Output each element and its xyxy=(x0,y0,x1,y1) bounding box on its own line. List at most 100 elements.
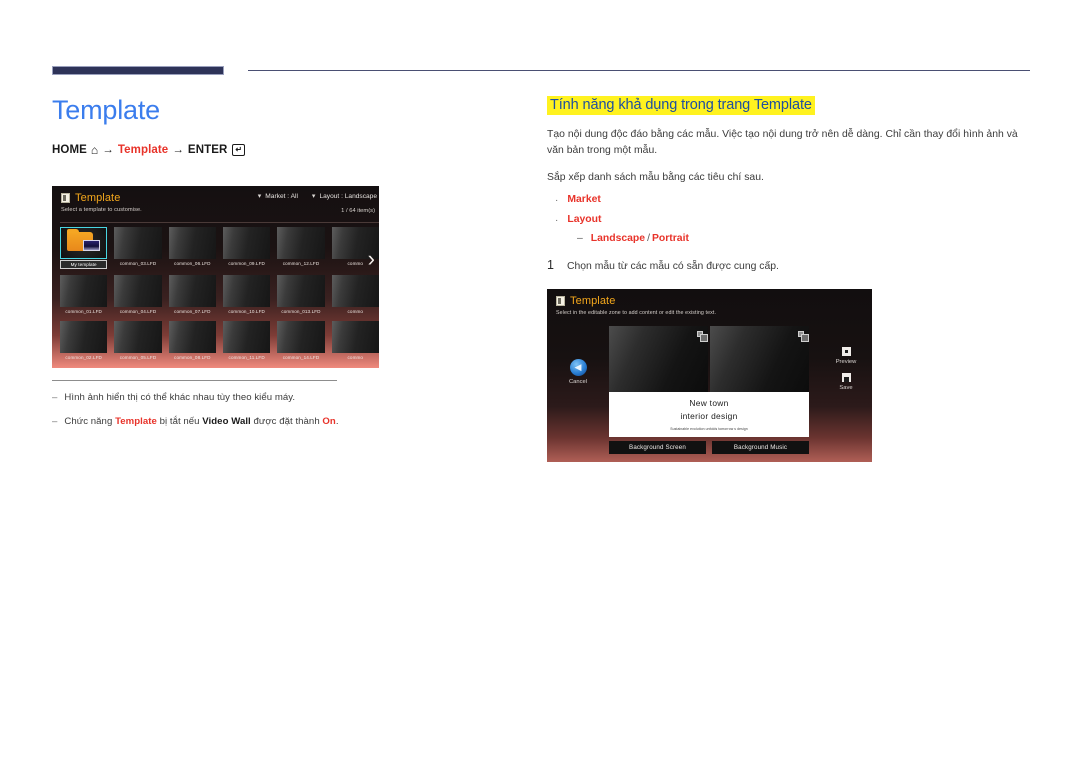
document-page: Template HOME ⌂ → Template → ENTER ↵ Tem… xyxy=(0,0,1080,763)
save-button[interactable]: Save xyxy=(826,373,866,391)
back-arrow-icon: ◀ xyxy=(569,359,587,376)
template-thumbnail xyxy=(60,275,108,307)
sub-options: Landscape / Portrait xyxy=(590,233,689,245)
save-icon xyxy=(841,373,851,382)
background-screen-button[interactable]: Background Screen xyxy=(609,441,706,454)
layout-filter-label: Layout : Landscape xyxy=(319,193,377,200)
criteria-list: · Market · Layout – Landscape / Portrait xyxy=(547,194,1027,244)
text-line-3: Sustainable evolution unfolds tomorrow s… xyxy=(670,427,748,431)
preview-label: Preview xyxy=(835,359,857,365)
template-label: common_07.LFD xyxy=(174,309,211,314)
template-thumbnail xyxy=(114,321,162,353)
template-cell[interactable]: common_12.LFD xyxy=(277,227,325,269)
note-dash: – xyxy=(52,415,58,427)
notes-divider xyxy=(52,380,337,381)
template-cell[interactable]: common_04.LFD xyxy=(114,275,162,315)
note-keyword-on: On xyxy=(322,415,336,427)
chevron-down-icon: ▾ xyxy=(257,193,262,200)
shot2-title-row: Template xyxy=(556,295,615,307)
template-cell[interactable]: common_013.LFD xyxy=(277,275,325,315)
home-icon: ⌂ xyxy=(90,142,99,157)
top-rule xyxy=(52,66,1030,76)
sub-item-orientation: – Landscape / Portrait xyxy=(547,233,1027,244)
template-cell-my-template[interactable]: My template xyxy=(60,227,108,269)
section-title: Tính năng khả dụng trong trang Template xyxy=(547,96,815,115)
template-thumbnail xyxy=(168,227,216,259)
template-label: common_08.LFD xyxy=(174,355,211,360)
template-thumbnail xyxy=(331,321,379,353)
template-label: common_10.LFD xyxy=(228,309,265,314)
template-list-screenshot: Template Select a template to customise.… xyxy=(52,186,379,368)
bullet-dot-icon: · xyxy=(555,215,559,227)
template-cell[interactable]: common_06.LFD xyxy=(168,227,216,269)
bullet-label: Market xyxy=(567,194,601,206)
template-thumbnail xyxy=(60,227,108,259)
note-keyword-videowall: Video Wall xyxy=(202,415,251,427)
template-thumbnail xyxy=(222,227,271,259)
template-label: common_09.LFD xyxy=(228,261,265,266)
rule-thick-bar xyxy=(52,66,224,75)
template-app-icon xyxy=(556,296,565,306)
enter-key-icon: ↵ xyxy=(232,143,246,156)
page-title: Template xyxy=(52,95,160,125)
template-cell[interactable]: common_03.LFD xyxy=(114,227,162,269)
template-cell[interactable]: common_08.LFD xyxy=(168,321,216,361)
left-column: Template HOME ⌂ → Template → ENTER ↵ xyxy=(52,95,492,157)
template-cell[interactable]: common_02.LFD xyxy=(60,321,108,361)
template-thumbnail xyxy=(114,227,162,259)
paragraph-2: Sắp xếp danh sách mẫu bằng các tiêu chí … xyxy=(547,172,764,184)
template-label: common_14.LFD xyxy=(282,355,320,360)
template-cell[interactable]: common_09.LFD xyxy=(222,227,271,269)
note-item: – Chức năng Template bị tắt nếu Video Wa… xyxy=(52,416,382,429)
path-keyword: Template xyxy=(117,143,169,156)
template-label: commo xyxy=(347,355,364,360)
template-label: common_02.LFD xyxy=(65,355,102,360)
template-label: common_013.LFD xyxy=(281,309,321,314)
image-zone-right[interactable] xyxy=(710,326,809,392)
cancel-button[interactable]: ◀ Cancel xyxy=(557,359,599,385)
cancel-label: Cancel xyxy=(568,379,588,385)
template-cell[interactable]: commo xyxy=(331,275,379,315)
shot1-divider xyxy=(60,222,379,223)
template-cell[interactable]: commo xyxy=(331,321,379,361)
template-cell[interactable]: common_10.LFD xyxy=(222,275,271,315)
image-placeholder-icon xyxy=(798,331,809,342)
template-cell[interactable]: common_11.LFD xyxy=(222,321,271,361)
item-count: 1 / 64 item(s) xyxy=(341,208,375,214)
template-label: My template xyxy=(60,260,108,269)
editor-button-row: Background Screen Background Music xyxy=(609,441,809,454)
layout-filter-dropdown[interactable]: ▾ Layout : Landscape xyxy=(312,193,377,200)
template-cell[interactable]: common_05.LFD xyxy=(114,321,162,361)
background-music-button[interactable]: Background Music xyxy=(712,441,809,454)
template-thumbnail xyxy=(277,227,325,259)
shot1-title-row: Template xyxy=(61,192,120,204)
template-cell[interactable]: common_14.LFD xyxy=(277,321,325,361)
step-text: Chọn mẫu từ các mẫu có sẵn được cung cấp… xyxy=(567,261,779,273)
bullet-label: Layout xyxy=(567,214,602,226)
template-app-icon xyxy=(61,193,70,203)
template-cell[interactable]: common_01.LFD xyxy=(60,275,108,315)
left-notes: – Hình ảnh hiển thị có thể khác nhau tùy… xyxy=(52,380,382,429)
template-label: common_06.LFD xyxy=(174,261,211,266)
editor-canvas: New town interior design Sustainable evo… xyxy=(609,326,809,454)
text-line-1: New town xyxy=(689,398,729,408)
template-label: common_04.LFD xyxy=(119,309,157,314)
image-zones xyxy=(609,326,809,392)
text-zone[interactable]: New town interior design Sustainable evo… xyxy=(609,392,809,437)
template-cell[interactable]: common_07.LFD xyxy=(168,275,216,315)
note-text: Chức năng Template bị tắt nếu Video Wall… xyxy=(64,415,339,427)
path-arrow-2: → xyxy=(172,143,184,156)
mini-image-icon xyxy=(83,240,100,251)
path-home-label: HOME xyxy=(52,143,87,156)
template-row: common_02.LFD common_05.LFD common_08.LF… xyxy=(60,321,379,361)
editor-side-actions: Preview Save xyxy=(826,347,866,399)
market-filter-label: Market : All xyxy=(265,193,298,200)
image-zone-left[interactable] xyxy=(609,326,708,392)
template-thumbnail xyxy=(168,321,216,353)
shot1-title: Template xyxy=(75,192,121,204)
template-label: commo xyxy=(347,309,364,314)
preview-button[interactable]: Preview xyxy=(826,347,866,365)
chevron-right-icon[interactable]: › xyxy=(368,248,375,270)
market-filter-dropdown[interactable]: ▾ Market : All xyxy=(258,193,298,200)
template-label: common_11.LFD xyxy=(228,355,265,360)
